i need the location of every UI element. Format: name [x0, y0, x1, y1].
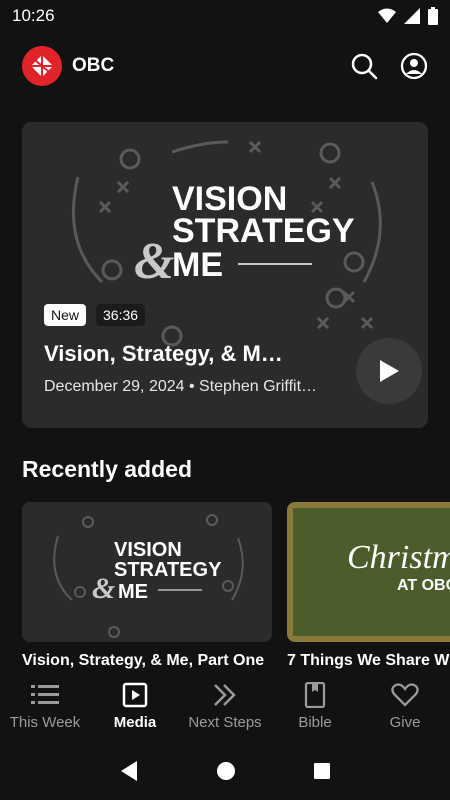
recents-icon[interactable]	[313, 762, 331, 780]
duration-badge: 36:36	[96, 304, 146, 326]
play-icon	[380, 360, 399, 382]
thumb-art-line-1: VISION	[114, 539, 182, 561]
wifi-icon	[378, 8, 396, 23]
nav-label: Bible	[298, 714, 332, 731]
back-icon[interactable]	[119, 760, 139, 782]
status-bar: 10:26	[0, 0, 450, 32]
app-title: OBC	[72, 55, 115, 76]
thumb-art-line-2: STRATEGY	[114, 559, 222, 581]
play-box-icon	[122, 682, 148, 708]
media-thumbnail: Christm AT OBC	[287, 502, 450, 642]
status-icons	[378, 7, 438, 25]
heart-icon	[391, 683, 419, 707]
art-line-4: ME	[172, 246, 223, 284]
home-icon[interactable]	[216, 761, 236, 781]
battery-icon	[428, 7, 438, 25]
christmas-art-line-2: AT OBC	[397, 577, 450, 594]
media-thumbnail: VISION STRATEGY & ME	[22, 502, 272, 642]
status-time: 10:26	[12, 6, 55, 25]
nav-next-steps[interactable]: Next Steps	[180, 672, 270, 742]
nav-this-week[interactable]: This Week	[0, 672, 90, 742]
media-card[interactable]: VISION STRATEGY & ME Vision, Strategy, &…	[22, 502, 272, 670]
double-chevron-icon	[214, 684, 236, 706]
search-icon[interactable]	[350, 52, 378, 80]
media-card-label: 7 Things We Share W	[287, 652, 450, 669]
logo-mark-icon	[31, 55, 53, 77]
art-line-2: STRATEGY	[172, 212, 355, 250]
account-icon[interactable]	[400, 52, 428, 80]
thumb-art-line-3: &	[92, 572, 115, 605]
vision-artwork: VISION STRATEGY & ME	[22, 502, 272, 642]
nav-label: This Week	[9, 714, 81, 731]
system-navigation-bar	[0, 742, 450, 800]
section-title-recently-added: Recently added	[22, 456, 192, 482]
bottom-navigation: This Week Media Next Steps Bible Give	[0, 672, 450, 742]
new-badge: New	[44, 304, 87, 326]
nav-bible[interactable]: Bible	[270, 672, 360, 742]
media-card[interactable]: Christm AT OBC 7 Things We Share W	[287, 502, 450, 670]
christmas-art-line-1: Christm	[347, 539, 450, 576]
nav-label: Media	[113, 714, 157, 731]
thumb-art-line-4: ME	[118, 581, 148, 603]
nav-media[interactable]: Media	[90, 672, 180, 742]
nav-give[interactable]: Give	[360, 672, 450, 742]
nav-label: Next Steps	[188, 714, 262, 731]
obc-logo[interactable]	[22, 46, 62, 86]
recently-added-rail[interactable]: VISION STRATEGY & ME Vision, Strategy, &…	[0, 502, 450, 672]
book-icon	[304, 682, 326, 708]
featured-title: Vision, Strategy, & M…	[44, 341, 283, 366]
nav-label: Give	[389, 714, 421, 731]
signal-icon	[404, 8, 420, 24]
featured-media-card[interactable]: VISION STRATEGY & ME New 36:36 Vision, S…	[22, 122, 428, 428]
art-line-3: &	[134, 233, 174, 290]
play-button[interactable]	[356, 338, 422, 404]
app-bar: OBC	[0, 40, 450, 92]
badge-row: New 36:36	[44, 304, 146, 326]
featured-subtitle: December 29, 2024 • Stephen Griffit…	[44, 378, 318, 395]
christmas-artwork: Christm AT OBC	[287, 502, 450, 642]
media-card-label: Vision, Strategy, & Me, Part One	[22, 652, 265, 669]
list-icon	[31, 685, 59, 704]
